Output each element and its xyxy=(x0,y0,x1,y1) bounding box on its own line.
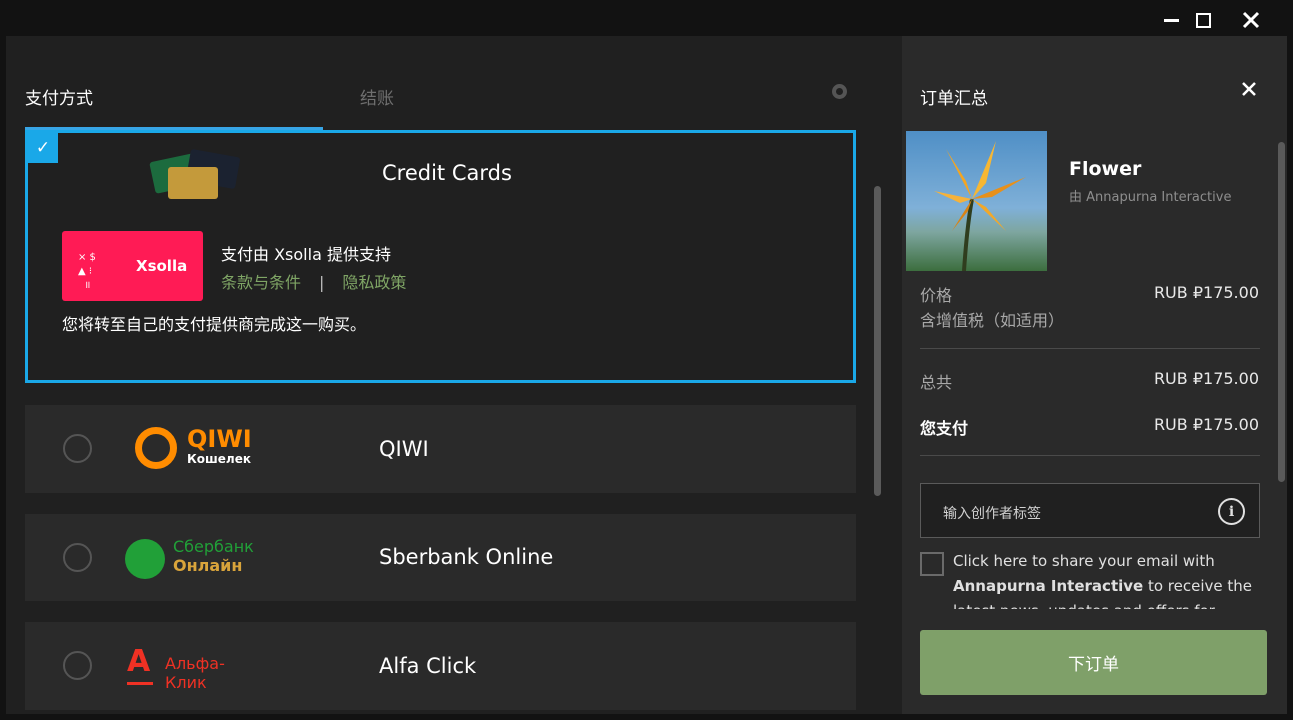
you-pay-label: 您支付 xyxy=(920,419,969,438)
payment-option-name: Alfa Click xyxy=(379,654,477,678)
alfa-click-logo: А Альфа-Клик xyxy=(127,644,225,692)
divider xyxy=(920,455,1260,456)
scrollbar[interactable] xyxy=(874,186,881,496)
globe-icon[interactable] xyxy=(832,84,847,99)
redirect-notice: 您将转至自己的支付提供商完成这一购买。 xyxy=(62,315,367,334)
product-publisher: 由 Annapurna Interactive xyxy=(1069,190,1232,205)
product-image xyxy=(906,131,1047,271)
order-summary-panel: 订单汇总 Flower 由 Annapurna Interactive 价格 R… xyxy=(902,36,1287,714)
xsolla-logo: × $ ▲ ⁝ ॥ Xsolla xyxy=(62,231,203,301)
total-value: RUB ₽175.00 xyxy=(1153,369,1259,388)
checkout-tabs: 支付方式 结账 xyxy=(6,36,902,132)
tab-payment-method[interactable]: 支付方式 xyxy=(25,84,93,109)
summary-close-button[interactable] xyxy=(1236,76,1262,102)
place-order-button[interactable]: 下订单 xyxy=(920,630,1267,695)
payment-option-qiwi[interactable]: QIWI Кошелек QIWI xyxy=(25,405,856,493)
payment-option-name: Sberbank Online xyxy=(379,545,554,569)
credit-cards-logo xyxy=(148,148,241,201)
radio-button[interactable] xyxy=(63,543,92,572)
you-pay-value: RUB ₽175.00 xyxy=(1153,415,1259,434)
share-email-checkbox[interactable] xyxy=(920,552,944,576)
link-separator: | xyxy=(319,273,325,292)
maximize-button[interactable] xyxy=(1188,6,1218,34)
radio-button[interactable] xyxy=(63,434,92,463)
sberbank-logo: Сбербанк Онлайн xyxy=(125,536,265,580)
tab-checkout[interactable]: 结账 xyxy=(360,84,394,109)
total-label: 总共 xyxy=(920,373,953,392)
creator-tag-placeholder: 输入创作者标签 xyxy=(943,506,1041,522)
window-titlebar xyxy=(0,0,1293,36)
share-email-text[interactable]: Click here to share your email with Anna… xyxy=(953,549,1253,609)
privacy-link[interactable]: 隐私政策 xyxy=(342,273,406,292)
payment-option-sberbank[interactable]: Сбербанк Онлайн Sberbank Online xyxy=(25,514,856,601)
provider-info: 支付由 Xsolla 提供支持 条款与条件 | 隐私政策 xyxy=(221,241,406,293)
payment-option-alfa-click[interactable]: А Альфа-Клик Alfa Click xyxy=(25,622,856,710)
window-close-button[interactable] xyxy=(1236,6,1266,34)
minimize-button[interactable] xyxy=(1156,6,1186,34)
payment-panel: 支付方式 结账 ✓ Credit Cards × $ ▲ ⁝ ॥ Xsolla 支… xyxy=(6,36,902,714)
vat-label: 含增值税（如适用） xyxy=(920,311,1065,330)
qiwi-logo: QIWI Кошелек xyxy=(135,425,255,475)
minimize-icon xyxy=(1163,18,1179,22)
scrollbar[interactable] xyxy=(1278,142,1285,482)
radio-button[interactable] xyxy=(63,651,92,680)
payment-option-name: Credit Cards xyxy=(382,161,512,185)
radio-checked-icon[interactable]: ✓ xyxy=(28,133,58,163)
order-summary-title: 订单汇总 xyxy=(920,89,988,109)
terms-link[interactable]: 条款与条件 xyxy=(221,273,301,292)
product-name: Flower xyxy=(1069,158,1142,180)
price-value: RUB ₽175.00 xyxy=(1153,283,1259,302)
close-icon xyxy=(1242,82,1256,96)
divider xyxy=(920,348,1260,349)
maximize-icon xyxy=(1195,12,1211,28)
provider-line: 支付由 Xsolla 提供支持 xyxy=(221,245,391,264)
payment-option-name: QIWI xyxy=(379,437,429,461)
creator-tag-input[interactable]: 输入创作者标签 i xyxy=(920,483,1260,538)
payment-option-credit-cards[interactable]: ✓ Credit Cards × $ ▲ ⁝ ॥ Xsolla 支付由 Xsoll… xyxy=(25,130,856,383)
price-label: 价格 xyxy=(920,286,953,305)
info-icon[interactable]: i xyxy=(1218,498,1245,525)
close-icon xyxy=(1242,11,1260,29)
